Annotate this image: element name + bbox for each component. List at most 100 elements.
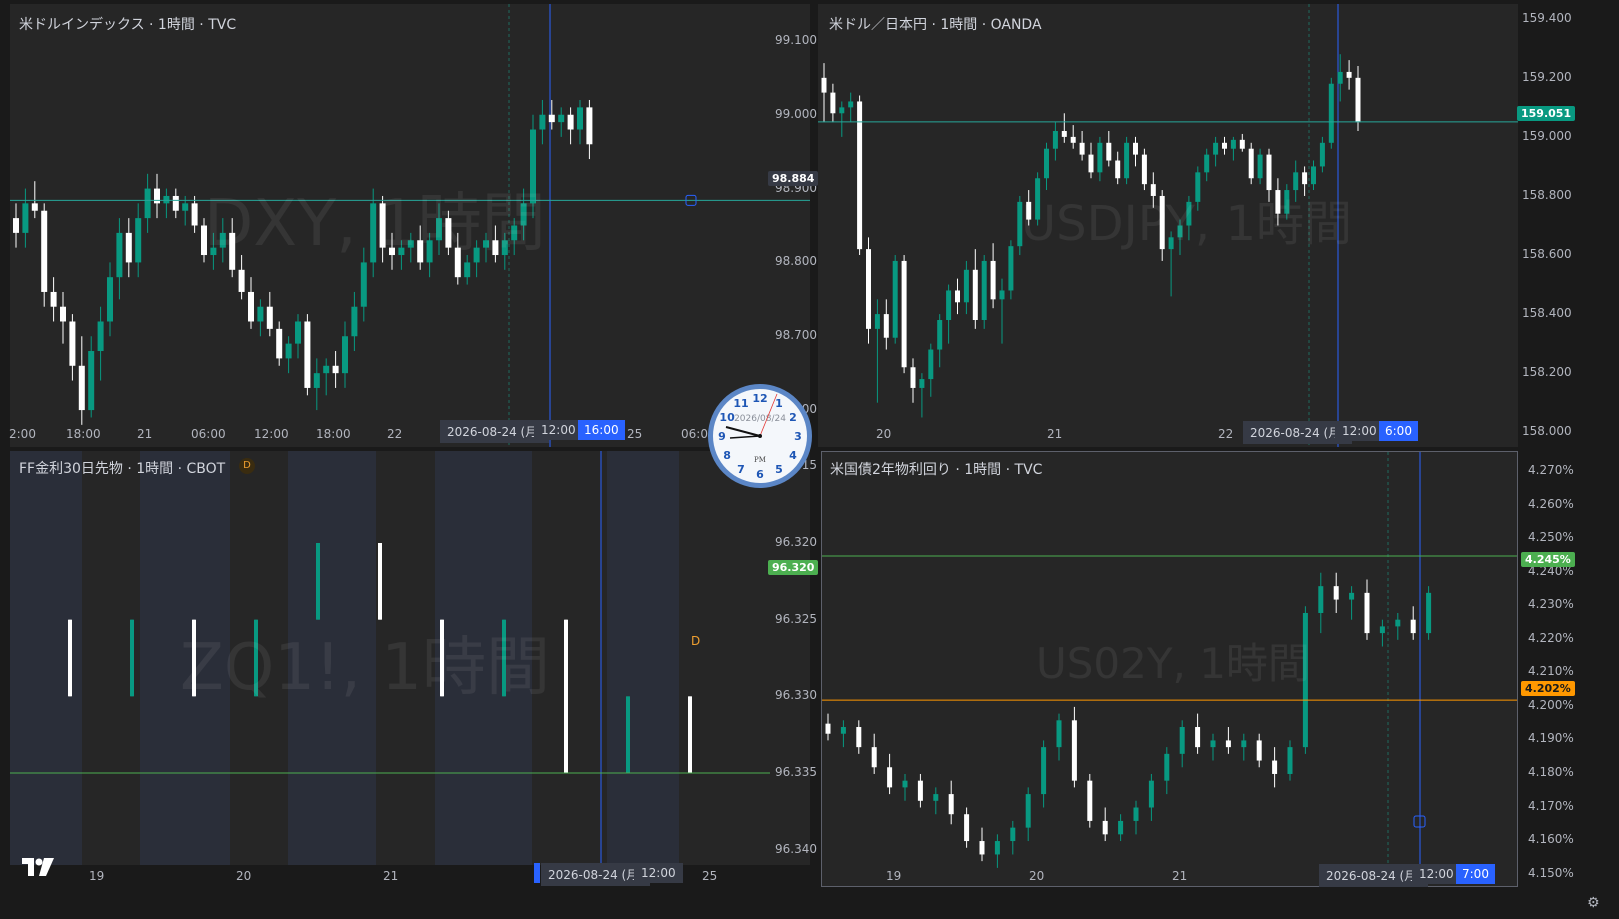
candle-body xyxy=(539,114,546,130)
dxy-chart[interactable] xyxy=(10,4,810,447)
us02y-chart[interactable] xyxy=(822,452,1518,887)
dxy-price-tick: 99.000 xyxy=(775,106,817,121)
candle-body xyxy=(981,260,987,321)
zq-time-tick: 25 xyxy=(702,869,718,883)
candle-body xyxy=(825,723,831,734)
candle-body xyxy=(567,114,574,130)
candle-body xyxy=(1177,225,1183,238)
candle-body xyxy=(821,77,827,93)
dxy-title: 米ドルインデックス · 1時間 · TVC xyxy=(19,17,237,33)
us02y-cursor-time: 12:00 xyxy=(1412,864,1461,884)
candle-body xyxy=(839,107,845,114)
candle-body xyxy=(238,269,245,292)
candle-body xyxy=(1133,142,1138,155)
candle-body xyxy=(1124,142,1130,179)
usdjpy-cursor-time-highlight: 6:00 xyxy=(1379,421,1418,441)
candle-body xyxy=(1061,130,1067,137)
candle-body xyxy=(1311,166,1316,185)
candle-body xyxy=(1150,184,1156,196)
candle-body xyxy=(407,240,414,248)
candle-body xyxy=(946,290,952,321)
candle-body xyxy=(840,727,846,734)
us02y-time-tick: 21 xyxy=(1172,869,1188,883)
zq-time-tick: 21 xyxy=(383,869,399,883)
clock-meridiem: PM xyxy=(754,456,766,464)
zq-panel[interactable]: FF金利30日先物 · 1時間 · CBOT D ZQ1!, 1時間 D xyxy=(10,451,810,865)
candle-body xyxy=(1275,190,1281,214)
candle-body xyxy=(1115,160,1121,179)
dxy-cursor-time: 12:00 xyxy=(534,420,583,440)
usdjpy-price-tick: 158.400 xyxy=(1522,306,1572,321)
dxy-time-tick: 22 xyxy=(387,427,403,441)
candle-body xyxy=(999,290,1005,300)
candle-body xyxy=(1222,142,1227,149)
usdjpy-chart[interactable] xyxy=(818,4,1518,447)
candle-body xyxy=(1041,747,1047,795)
dxy-last-price-tag: 98.884 xyxy=(768,171,819,186)
usdjpy-panel[interactable]: 米ドル／日本円 · 1時間 · OANDA USDJPY, 1時間 xyxy=(818,4,1518,447)
candle-body xyxy=(1213,142,1219,155)
candle-body xyxy=(68,619,72,697)
candle-body xyxy=(857,101,863,250)
candle-body xyxy=(1293,172,1299,191)
candle-body xyxy=(1010,827,1016,842)
us02y-price-tick: 4.170% xyxy=(1528,798,1574,813)
candle-body xyxy=(963,269,969,303)
candle-body xyxy=(871,747,877,768)
candle-body xyxy=(1079,142,1085,155)
zq-price-tick: 96.325 xyxy=(775,611,817,626)
candle-body xyxy=(295,321,301,344)
candle-body xyxy=(1026,201,1032,220)
candle-body xyxy=(548,114,555,123)
candle-body xyxy=(248,291,254,322)
candle-body xyxy=(379,203,386,248)
candle-body xyxy=(107,277,113,322)
candle-body xyxy=(1168,237,1174,250)
candle-body xyxy=(1284,190,1290,214)
candle-body xyxy=(948,794,954,815)
candle-body xyxy=(866,249,871,329)
candle-body xyxy=(464,262,471,278)
zq-time-tick: 19 xyxy=(89,869,105,883)
zq-event-marker[interactable]: D xyxy=(691,634,700,648)
dxy-panel[interactable]: 米ドルインデックス · 1時間 · TVC DXY, 1時間 xyxy=(10,4,810,447)
dxy-time-tick: 18:00 xyxy=(66,427,101,441)
clock-center xyxy=(758,434,762,438)
candle-body xyxy=(1266,154,1272,191)
candle-body xyxy=(417,240,424,263)
clock-numeral: 4 xyxy=(789,449,797,462)
candle-body xyxy=(210,247,217,256)
candle-body xyxy=(398,247,405,256)
us02y-price-tick: 4.230% xyxy=(1528,597,1574,612)
candle-body xyxy=(586,107,593,145)
us02y-panel[interactable]: 米国債2年物利回り · 1時間 · TVC US02Y, 1時間 xyxy=(821,451,1518,887)
candle-body xyxy=(928,349,934,380)
clock-numeral: 9 xyxy=(718,430,726,443)
clock-numeral: 8 xyxy=(723,449,731,462)
candle-body xyxy=(88,351,95,411)
candle-body xyxy=(342,336,348,374)
candle-body xyxy=(972,269,978,321)
us02y-price-tick: 4.260% xyxy=(1528,496,1574,511)
clock-numeral: 6 xyxy=(756,468,764,481)
candle-body xyxy=(1056,720,1062,748)
candle-body xyxy=(1025,794,1031,828)
candle-body xyxy=(285,343,292,359)
candle-body xyxy=(436,218,442,241)
candle-body xyxy=(1195,727,1201,748)
dxy-time-tick: 2:00 xyxy=(9,427,36,441)
settings-gear-icon[interactable]: ⚙ xyxy=(1587,895,1600,911)
candle-body xyxy=(994,841,1000,855)
analog-clock-widget[interactable]: 2026/08/24 PM 12 1 2 3 4 5 6 7 8 9 10 11 xyxy=(706,382,814,490)
zq-chart[interactable] xyxy=(10,451,810,865)
zq-dividend-badge[interactable]: D xyxy=(239,458,255,474)
us02y-price-tick: 4.150% xyxy=(1528,865,1574,880)
clock-numeral: 5 xyxy=(775,463,783,476)
candle-body xyxy=(1133,807,1139,821)
usdjpy-cursor-time: 12:00 xyxy=(1335,421,1384,441)
candle-body xyxy=(1035,178,1041,220)
usdjpy-price-tick: 159.000 xyxy=(1522,128,1572,143)
candle-body xyxy=(351,306,358,337)
candle-body xyxy=(883,314,889,338)
clock-date: 2026/08/24 xyxy=(734,414,786,424)
